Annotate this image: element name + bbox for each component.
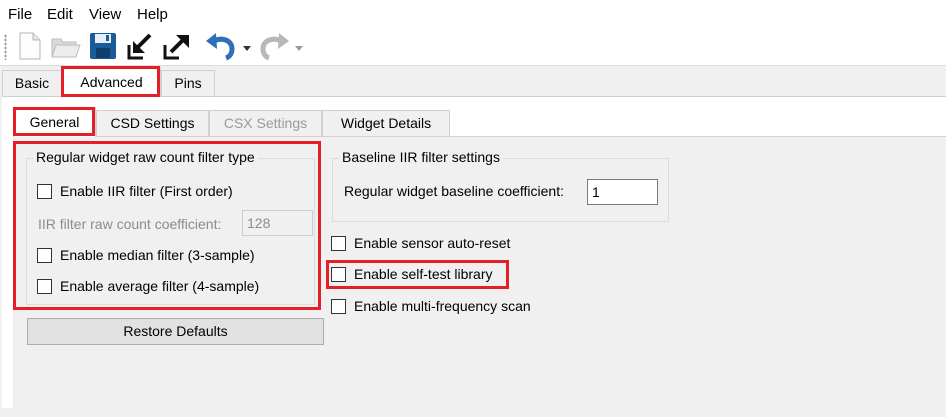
menu-file[interactable]: File — [8, 6, 32, 23]
checkbox-box[interactable] — [331, 266, 346, 282]
checkbox-box[interactable] — [37, 278, 52, 294]
subtab-general[interactable]: General — [13, 107, 96, 137]
average-filter-label: Enable average filter (4-sample) — [60, 278, 260, 294]
new-file-icon[interactable] — [16, 31, 44, 61]
save-icon[interactable] — [88, 31, 118, 61]
tab-basic[interactable]: Basic — [2, 70, 62, 96]
import-icon[interactable] — [126, 31, 156, 61]
subtab-csd-settings[interactable]: CSD Settings — [96, 110, 209, 136]
median-filter-checkbox[interactable]: Enable median filter (3-sample) — [37, 245, 255, 265]
subtab-csx-settings: CSX Settings — [209, 110, 322, 136]
baseline-group-title: Baseline IIR filter settings — [339, 149, 503, 165]
self-test-label: Enable self-test library — [354, 266, 493, 282]
multi-frequency-label: Enable multi-frequency scan — [354, 298, 531, 314]
baseline-coef-input[interactable] — [587, 179, 658, 205]
median-filter-label: Enable median filter (3-sample) — [60, 247, 255, 263]
checkbox-box[interactable] — [331, 298, 346, 314]
baseline-coef-label: Regular widget baseline coefficient: — [344, 183, 564, 199]
tab-pins[interactable]: Pins — [161, 70, 215, 96]
toolbar-grip[interactable] — [4, 34, 7, 60]
menu-view[interactable]: View — [89, 6, 121, 23]
subtab-widget-details[interactable]: Widget Details — [322, 110, 450, 136]
export-icon[interactable] — [162, 31, 192, 61]
menu-help[interactable]: Help — [137, 6, 168, 23]
redo-icon — [257, 31, 291, 61]
checkbox-box[interactable] — [331, 235, 346, 251]
auto-reset-checkbox[interactable]: Enable sensor auto-reset — [331, 233, 510, 253]
iir-filter-checkbox[interactable]: Enable IIR filter (First order) — [37, 181, 233, 201]
undo-icon[interactable] — [204, 31, 238, 61]
checkbox-box[interactable] — [37, 247, 52, 263]
toolbar — [0, 28, 946, 66]
iir-coef-label: IIR filter raw count coefficient: — [38, 216, 222, 232]
auto-reset-label: Enable sensor auto-reset — [354, 235, 511, 251]
menu-edit[interactable]: Edit — [47, 6, 73, 23]
self-test-checkbox[interactable]: Enable self-test library — [331, 264, 493, 284]
redo-dropdown-icon — [294, 31, 304, 61]
iir-coef-input — [242, 210, 313, 236]
average-filter-checkbox[interactable]: Enable average filter (4-sample) — [37, 276, 259, 296]
tab-advanced[interactable]: Advanced — [62, 67, 161, 97]
open-folder-icon — [50, 31, 82, 61]
raw-filter-group-title: Regular widget raw count filter type — [33, 149, 258, 165]
restore-defaults-button[interactable]: Restore Defaults — [27, 318, 324, 345]
multi-frequency-checkbox[interactable]: Enable multi-frequency scan — [331, 296, 531, 316]
checkbox-box[interactable] — [37, 183, 52, 199]
menu-bar: File Edit View Help — [0, 0, 946, 28]
iir-filter-label: Enable IIR filter (First order) — [60, 183, 233, 199]
undo-dropdown-icon[interactable] — [242, 31, 252, 61]
